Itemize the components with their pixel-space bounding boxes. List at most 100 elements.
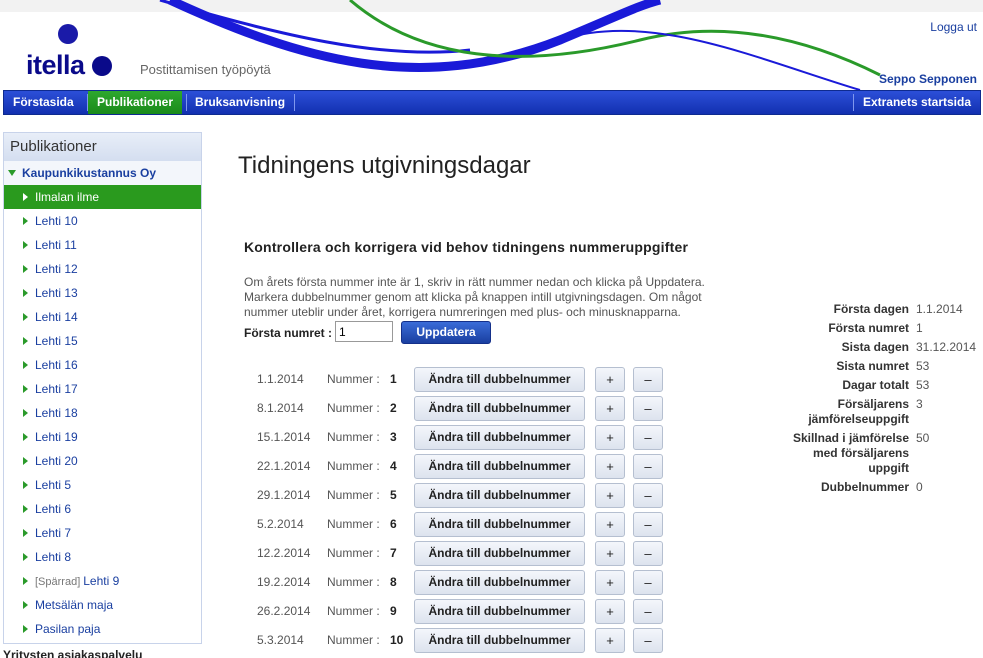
- number-label: Nummer :: [327, 430, 380, 444]
- issue-row: 19.2.2014 Nummer : 8 Ändra till dubbelnumme…: [0, 568, 983, 597]
- sidebar-item[interactable]: Lehti 11: [4, 233, 201, 257]
- plus-button[interactable]: +: [595, 512, 625, 537]
- stat-key: Försäljarens jämförelseuppgift: [808, 397, 909, 426]
- stat-key: Dubbelnummer: [820, 480, 909, 494]
- number-label: Nummer :: [327, 604, 380, 618]
- plus-button[interactable]: +: [595, 454, 625, 479]
- minus-button[interactable]: –: [633, 396, 663, 421]
- plus-button[interactable]: +: [595, 483, 625, 508]
- issue-date: 29.1.2014: [257, 488, 311, 502]
- issue-row: 12.2.2014 Nummer : 7 Ändra till dubbelnumme…: [0, 539, 983, 568]
- number-label: Nummer :: [327, 488, 380, 502]
- logout-link[interactable]: Logga ut: [930, 20, 977, 34]
- issue-row: 5.3.2014 Nummer : 10 Ändra till dubbelnumme…: [0, 626, 983, 655]
- issue-date: 8.1.2014: [257, 401, 304, 415]
- double-number-button[interactable]: Ändra till dubbelnummer: [414, 628, 585, 653]
- number-label: Nummer :: [327, 633, 380, 647]
- issue-date: 1.1.2014: [257, 372, 304, 386]
- sidebar-item-label: Lehti 12: [35, 262, 78, 276]
- minus-button[interactable]: –: [633, 454, 663, 479]
- minus-button[interactable]: –: [633, 425, 663, 450]
- double-number-button[interactable]: Ändra till dubbelnummer: [414, 454, 585, 479]
- sidebar-item-label: Ilmalan ilme: [35, 190, 100, 204]
- first-number-label: Första numret :: [244, 326, 333, 340]
- double-number-button[interactable]: Ändra till dubbelnummer: [414, 367, 585, 392]
- arrow-right-icon: [23, 265, 28, 273]
- stat-row: Sista numret 53: [780, 359, 983, 374]
- stat-value: 1.1.2014: [916, 302, 963, 316]
- number-label: Nummer :: [327, 546, 380, 560]
- issue-date: 12.2.2014: [257, 546, 311, 560]
- stat-value: 31.12.2014: [916, 340, 977, 354]
- logo: itella: [26, 50, 85, 80]
- minus-button[interactable]: –: [633, 628, 663, 653]
- stat-value: 3: [916, 397, 923, 411]
- double-number-button[interactable]: Ändra till dubbelnummer: [414, 512, 585, 537]
- main-navbar: Förstasida Publikationer Bruksanvisning …: [3, 90, 981, 115]
- double-number-button[interactable]: Ändra till dubbelnummer: [414, 425, 585, 450]
- issue-number: 5: [390, 488, 397, 502]
- number-label: Nummer :: [327, 459, 380, 473]
- number-label: Nummer :: [327, 401, 380, 415]
- minus-button[interactable]: –: [633, 570, 663, 595]
- sidebar-item-label: Lehti 14: [35, 310, 78, 324]
- issue-date: 19.2.2014: [257, 575, 311, 589]
- plus-button[interactable]: +: [595, 599, 625, 624]
- sidebar-item[interactable]: Ilmalan ilme: [4, 185, 201, 209]
- issue-date: 22.1.2014: [257, 459, 311, 473]
- sidebar-title: Publikationer: [4, 133, 201, 161]
- sidebar-item[interactable]: Lehti 15: [4, 329, 201, 353]
- expand-arrow-icon: [8, 170, 16, 176]
- plus-button[interactable]: +: [595, 570, 625, 595]
- issue-number: 2: [390, 401, 397, 415]
- issue-number: 8: [390, 575, 397, 589]
- sidebar-item-label: Lehti 10: [35, 214, 78, 228]
- nav-item-forstasida[interactable]: Förstasida: [4, 91, 83, 114]
- double-number-button[interactable]: Ändra till dubbelnummer: [414, 570, 585, 595]
- page-title: Tidningens utgivningsdagar: [238, 152, 531, 179]
- double-number-button[interactable]: Ändra till dubbelnummer: [414, 599, 585, 624]
- plus-button[interactable]: +: [595, 541, 625, 566]
- minus-button[interactable]: –: [633, 367, 663, 392]
- plus-button[interactable]: +: [595, 628, 625, 653]
- stat-row: Skillnad i jämförelse med försäljarens u…: [780, 431, 983, 476]
- summary-stats: Första dagen 1.1.2014 Första numret 1 Sista …: [780, 302, 983, 499]
- double-number-button[interactable]: Ändra till dubbelnummer: [414, 483, 585, 508]
- first-number-input[interactable]: [335, 321, 393, 342]
- nav-item-publikationer[interactable]: Publikationer: [88, 91, 183, 114]
- plus-button[interactable]: +: [595, 425, 625, 450]
- issue-number: 4: [390, 459, 397, 473]
- minus-button[interactable]: –: [633, 599, 663, 624]
- plus-button[interactable]: +: [595, 396, 625, 421]
- sidebar-item[interactable]: Lehti 12: [4, 257, 201, 281]
- issue-date: 26.2.2014: [257, 604, 311, 618]
- issue-number: 7: [390, 546, 397, 560]
- stat-row: Dagar totalt 53: [780, 378, 983, 393]
- update-button[interactable]: Uppdatera: [401, 321, 491, 344]
- stat-key: Skillnad i jämförelse med försäljarens u…: [792, 431, 909, 475]
- issue-number: 10: [390, 633, 404, 647]
- nav-separator: [294, 94, 295, 111]
- sidebar-item[interactable]: Lehti 13: [4, 281, 201, 305]
- nav-item-extranet-home[interactable]: Extranets startsida: [854, 91, 980, 114]
- number-label: Nummer :: [327, 372, 380, 386]
- stat-row: Försäljarens jämförelseuppgift 3: [780, 397, 983, 427]
- minus-button[interactable]: –: [633, 541, 663, 566]
- issue-number: 3: [390, 430, 397, 444]
- header: itella Postittamisen työpöytä Logga ut S…: [0, 0, 983, 90]
- stat-row: Första numret 1: [780, 321, 983, 336]
- double-number-button[interactable]: Ändra till dubbelnummer: [414, 541, 585, 566]
- sidebar-item[interactable]: Lehti 10: [4, 209, 201, 233]
- double-number-button[interactable]: Ändra till dubbelnummer: [414, 396, 585, 421]
- user-name: Seppo Sepponen: [878, 72, 977, 86]
- arrow-right-icon: [23, 241, 28, 249]
- stat-row: Sista dagen 31.12.2014: [780, 340, 983, 355]
- arrow-right-icon: [23, 217, 28, 225]
- arrow-right-icon: [23, 289, 28, 297]
- minus-button[interactable]: –: [633, 512, 663, 537]
- sidebar-item[interactable]: Lehti 14: [4, 305, 201, 329]
- minus-button[interactable]: –: [633, 483, 663, 508]
- sidebar-company[interactable]: Kaupunkikustannus Oy: [4, 161, 201, 185]
- plus-button[interactable]: +: [595, 367, 625, 392]
- nav-item-bruksanvisning[interactable]: Bruksanvisning: [186, 91, 294, 114]
